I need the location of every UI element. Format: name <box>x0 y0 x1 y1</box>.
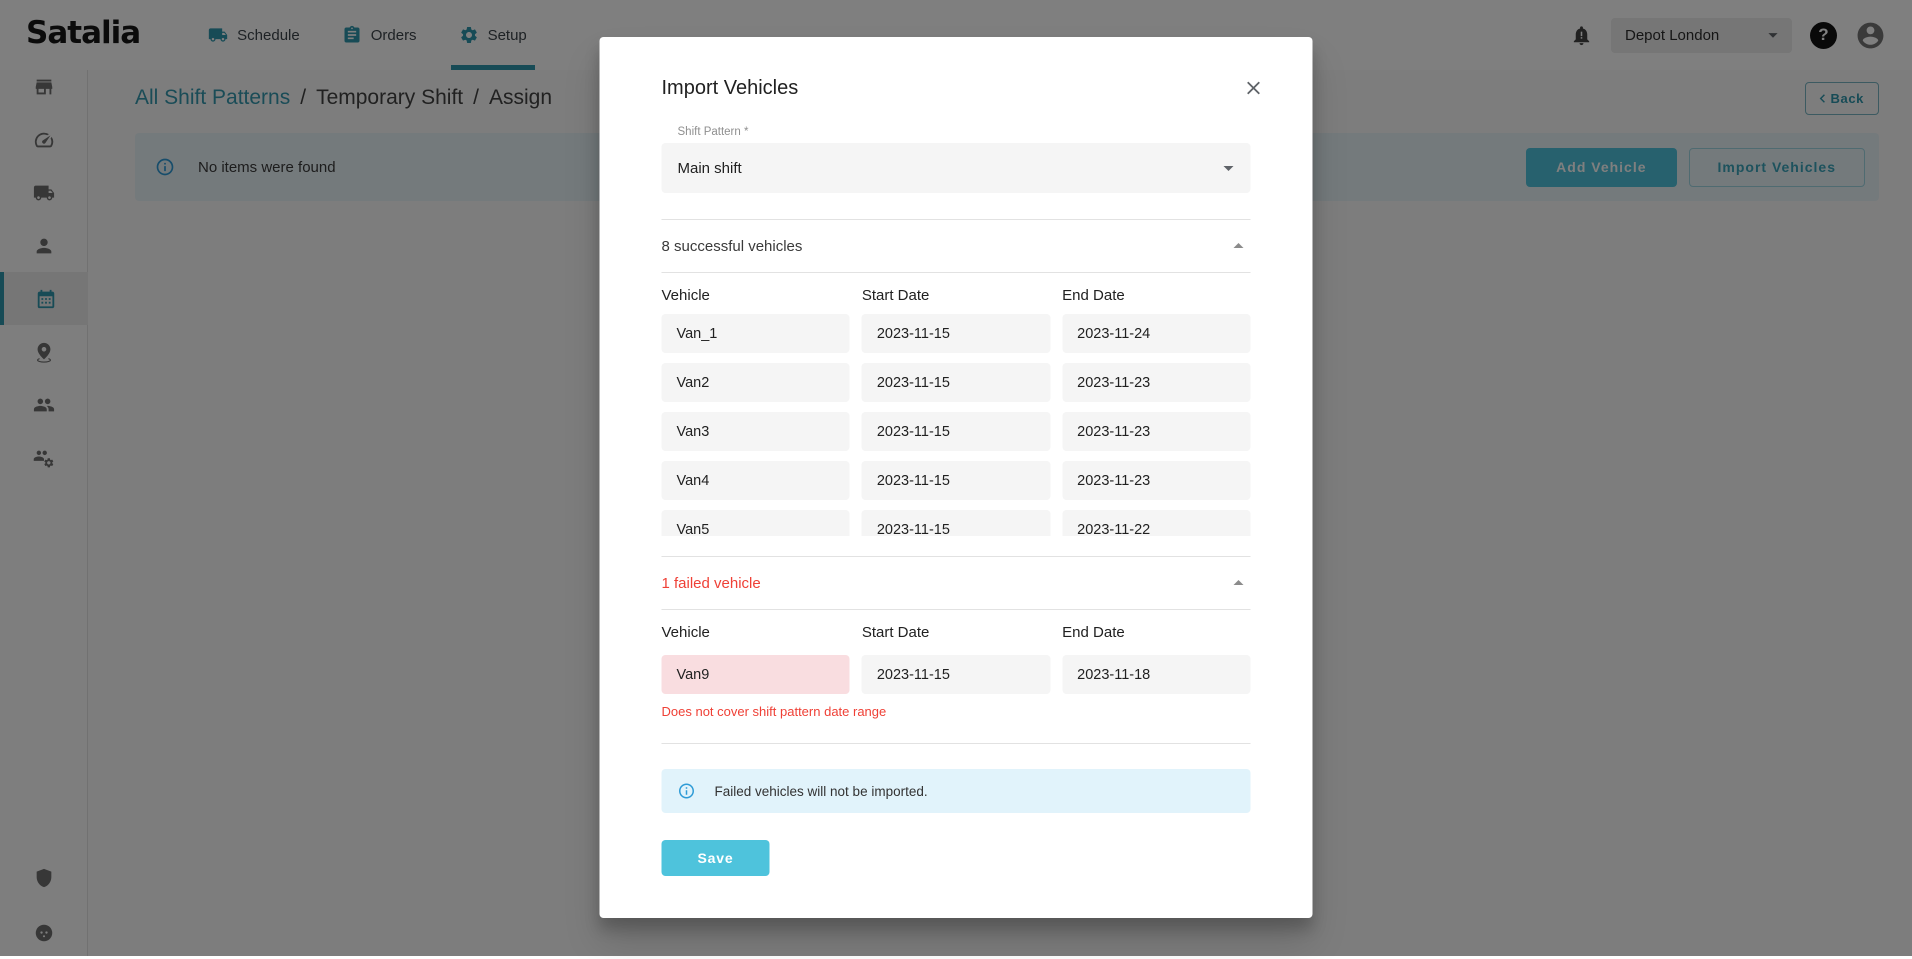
start-date-field[interactable]: 2023-11-15 <box>862 655 1050 694</box>
column-header-start-date: Start Date <box>862 287 1050 304</box>
modal-title: Import Vehicles <box>662 77 799 100</box>
vehicle-field[interactable]: Van5 <box>662 510 850 536</box>
divider <box>662 272 1251 273</box>
close-icon <box>1243 77 1265 99</box>
modal-header: Import Vehicles <box>662 77 1251 102</box>
start-date-field[interactable]: 2023-11-15 <box>862 412 1050 451</box>
close-button[interactable] <box>1243 77 1265 102</box>
vehicle-field-error[interactable]: Van9 <box>662 655 850 694</box>
table-row: Van9 2023-11-15 2023-11-18 <box>662 655 1251 694</box>
table-row: Van4 2023-11-15 2023-11-23 <box>662 461 1251 500</box>
successful-vehicles-section: 8 successful vehicles Vehicle Start Date… <box>662 219 1251 536</box>
table-row: Van2 2023-11-15 2023-11-23 <box>662 363 1251 402</box>
vehicle-field[interactable]: Van2 <box>662 363 850 402</box>
failed-section-header: 1 failed vehicle <box>662 575 761 592</box>
start-date-field[interactable]: 2023-11-15 <box>862 461 1050 500</box>
column-header-vehicle: Vehicle <box>662 624 850 641</box>
modal-info-banner: Failed vehicles will not be imported. <box>662 769 1251 813</box>
divider <box>662 743 1251 744</box>
end-date-field[interactable]: 2023-11-23 <box>1062 363 1250 402</box>
table-header-row: Vehicle Start Date End Date <box>662 624 1251 641</box>
failed-vehicles-section: 1 failed vehicle Vehicle Start Date End … <box>662 556 1251 719</box>
table-row: Van5 2023-11-15 2023-11-22 <box>662 510 1251 536</box>
successful-section-toggle[interactable]: 8 successful vehicles <box>662 220 1251 272</box>
end-date-field[interactable]: 2023-11-23 <box>1062 412 1250 451</box>
failed-section-toggle[interactable]: 1 failed vehicle <box>662 557 1251 609</box>
start-date-field[interactable]: 2023-11-15 <box>862 314 1050 353</box>
start-date-field[interactable]: 2023-11-15 <box>862 510 1050 536</box>
table-row: Van_1 2023-11-15 2023-11-24 <box>662 314 1251 353</box>
end-date-field[interactable]: 2023-11-22 <box>1062 510 1250 536</box>
divider <box>662 609 1251 610</box>
end-date-field[interactable]: 2023-11-24 <box>1062 314 1250 353</box>
table-header-row: Vehicle Start Date End Date <box>662 287 1251 304</box>
shift-pattern-field: Shift Pattern * Main shift <box>662 126 1251 193</box>
shift-pattern-label: Shift Pattern * <box>678 126 1251 138</box>
shift-pattern-select[interactable]: Main shift <box>662 143 1251 193</box>
chevron-down-icon <box>1217 156 1241 180</box>
column-header-end-date: End Date <box>1062 624 1250 641</box>
chevron-up-icon <box>1227 234 1251 258</box>
end-date-field[interactable]: 2023-11-18 <box>1062 655 1250 694</box>
save-button[interactable]: Save <box>662 840 770 876</box>
vehicle-field[interactable]: Van4 <box>662 461 850 500</box>
end-date-field[interactable]: 2023-11-23 <box>1062 461 1250 500</box>
row-error-message: Does not cover shift pattern date range <box>662 704 1251 719</box>
vehicle-field[interactable]: Van3 <box>662 412 850 451</box>
shift-pattern-value: Main shift <box>678 160 1217 177</box>
import-vehicles-modal: Import Vehicles Shift Pattern * Main shi… <box>600 37 1313 918</box>
modal-info-text: Failed vehicles will not be imported. <box>715 784 928 799</box>
column-header-end-date: End Date <box>1062 287 1250 304</box>
column-header-start-date: Start Date <box>862 624 1050 641</box>
info-icon <box>678 782 696 800</box>
start-date-field[interactable]: 2023-11-15 <box>862 363 1050 402</box>
successful-rows-scroll[interactable]: Van_1 2023-11-15 2023-11-24 Van2 2023-11… <box>662 314 1251 536</box>
successful-section-header: 8 successful vehicles <box>662 238 803 255</box>
chevron-up-icon <box>1227 571 1251 595</box>
column-header-vehicle: Vehicle <box>662 287 850 304</box>
table-row: Van3 2023-11-15 2023-11-23 <box>662 412 1251 451</box>
vehicle-field[interactable]: Van_1 <box>662 314 850 353</box>
